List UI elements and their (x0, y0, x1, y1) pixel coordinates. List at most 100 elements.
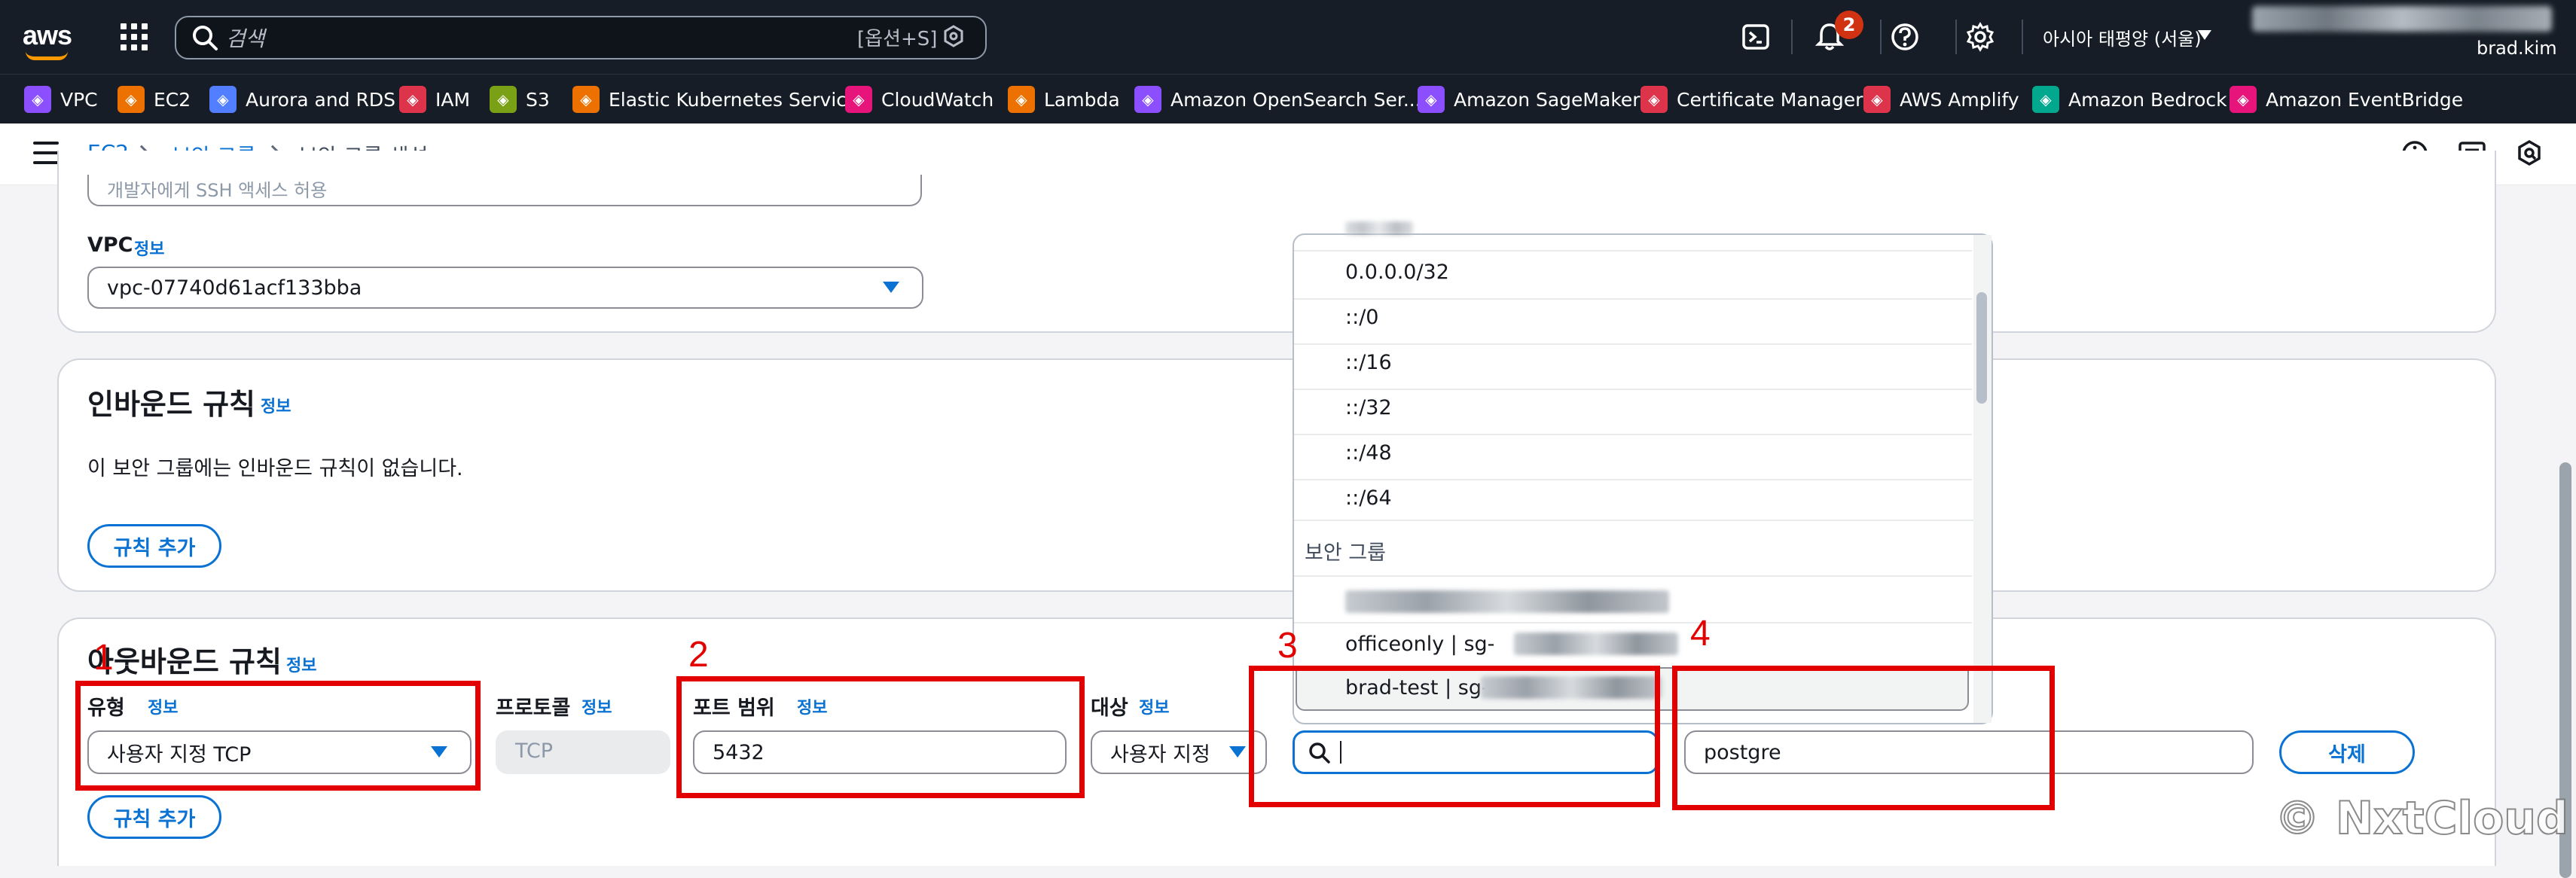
vpc-select[interactable]: vpc-07740d61acf133bba (87, 267, 923, 309)
amplify-icon: ◈ (1863, 86, 1891, 113)
protocol-info-link[interactable]: 정보 (581, 694, 612, 718)
favorite-label: Aurora and RDS (246, 88, 395, 111)
outbound-info-link[interactable]: 정보 (286, 652, 316, 676)
search-shortcut: [옵션+S] (857, 28, 938, 50)
option-divider (1294, 343, 1972, 345)
iam-icon: ◈ (399, 86, 426, 113)
favorite-label: Lambda (1044, 88, 1120, 111)
dropdown-option[interactable]: ::/64 (1345, 486, 1392, 510)
account-info-redacted (2252, 6, 2552, 32)
favorite-opensearch[interactable]: ◈ Amazon OpenSearch Ser... (1134, 84, 1421, 114)
inbound-add-rule-button[interactable]: 규칙 추가 (87, 524, 221, 568)
watermark: © NxtCloud (2274, 791, 2569, 846)
amazon-q-icon (944, 25, 963, 47)
ec2-icon: ◈ (118, 86, 145, 113)
region-caret-icon (2198, 30, 2211, 40)
eventbridge-icon: ◈ (2230, 86, 2257, 113)
favorite-eventbridge[interactable]: ◈ Amazon EventBridge (2230, 84, 2463, 114)
outbound-add-rule-button[interactable]: 규칙 추가 (87, 795, 221, 839)
description-input[interactable]: 개발자에게 SSH 액세스 허용 (87, 175, 922, 206)
search-placeholder: 검색 (226, 26, 265, 51)
favorite-rds[interactable]: ◈ Aurora and RDS (209, 84, 395, 114)
inbound-rules-title: 인바운드 규칙 (87, 388, 255, 421)
help-icon[interactable] (1889, 21, 1921, 53)
inbound-info-link[interactable]: 정보 (261, 393, 291, 417)
nav-divider (1791, 20, 1793, 54)
favorite-ec2[interactable]: ◈ EC2 (118, 84, 191, 114)
annotation-number-3: 3 (1277, 626, 1298, 666)
side-nav-menu-icon[interactable] (33, 142, 59, 164)
destination-type-value: 사용자 지정 (1110, 742, 1210, 767)
amazon-q-assistant-icon[interactable] (2514, 139, 2544, 169)
aws-logo-smile (26, 51, 68, 60)
favorite-label: Amazon OpenSearch Ser... (1170, 88, 1421, 111)
favorite-lambda[interactable]: ◈ Lambda (1008, 84, 1120, 114)
dropdown-option[interactable]: ::/48 (1345, 441, 1392, 465)
favorite-label: Certificate Manager (1677, 88, 1863, 111)
services-grid-icon[interactable] (121, 23, 148, 50)
vpc-info-link[interactable]: 정보 (134, 236, 164, 260)
favorite-label: AWS Amplify (1900, 88, 2019, 111)
bedrock-icon: ◈ (2032, 86, 2059, 113)
nav-divider (2022, 20, 2023, 54)
favorite-label: Amazon SageMaker (1454, 88, 1641, 111)
cloudshell-icon[interactable] (1740, 21, 1772, 53)
favorite-amplify[interactable]: ◈ AWS Amplify (1863, 84, 2019, 114)
dropdown-option-partial (1345, 221, 1413, 235)
annotation-box-1 (75, 681, 481, 791)
sagemaker-icon: ◈ (1418, 86, 1445, 113)
opensearch-icon: ◈ (1134, 86, 1161, 113)
favorite-label: EC2 (154, 88, 191, 111)
favorite-label: Amazon Bedrock (2068, 88, 2227, 111)
favorite-label: Elastic Kubernetes Service (609, 88, 859, 111)
annotation-box-2 (676, 676, 1085, 798)
favorite-bedrock[interactable]: ◈ Amazon Bedrock (2032, 84, 2227, 114)
nav-divider (1955, 20, 1957, 54)
favorite-cloudwatch[interactable]: ◈ CloudWatch (845, 84, 993, 114)
destination-info-link[interactable]: 정보 (1139, 694, 1169, 718)
outbound-rules-title: 아웃바운드 규칙 (87, 645, 282, 678)
vpc-select-value: vpc-07740d61acf133bba (107, 276, 362, 300)
favorite-acm[interactable]: ◈ Certificate Manager (1641, 84, 1863, 114)
protocol-field-disabled: TCP (496, 730, 670, 774)
sg-option-redacted[interactable] (1345, 590, 1669, 613)
dropdown-option[interactable]: 0.0.0.0/32 (1345, 261, 1449, 284)
vpc-caret-icon (883, 282, 899, 293)
annotation-number-4: 4 (1690, 614, 1711, 654)
dropdown-option[interactable]: ::/32 (1345, 396, 1392, 419)
favorite-sagemaker[interactable]: ◈ Amazon SageMaker (1418, 84, 1641, 114)
destination-label: 대상 (1091, 697, 1128, 720)
option-divider (1294, 622, 1972, 623)
favorite-label: VPC (60, 88, 98, 111)
annotation-box-3 (1249, 666, 1660, 807)
dropdown-scrollbar-thumb[interactable] (1976, 292, 1987, 404)
nav-divider (1880, 20, 1882, 54)
delete-rule-button[interactable]: 삭제 (2279, 730, 2415, 774)
cloudwatch-icon: ◈ (845, 86, 872, 113)
aws-logo[interactable]: aws (23, 20, 72, 51)
destination-caret-icon (1229, 746, 1246, 758)
favorite-s3[interactable]: ◈ S3 (490, 84, 550, 114)
annotation-number-1: 1 (93, 638, 114, 678)
option-divider (1294, 434, 1972, 435)
favorite-label: S3 (526, 88, 550, 111)
sg-id-redacted (1514, 633, 1678, 655)
option-divider (1294, 250, 1972, 252)
option-divider (1294, 298, 1972, 300)
lambda-icon: ◈ (1008, 86, 1035, 113)
annotation-box-4 (1672, 666, 2055, 810)
favorite-eks[interactable]: ◈ Elastic Kubernetes Service (572, 84, 858, 114)
annotation-number-2: 2 (688, 635, 709, 675)
favorite-iam[interactable]: ◈ IAM (399, 84, 470, 114)
option-divider (1294, 479, 1972, 480)
sg-option-officeonly[interactable]: officeonly | sg- (1345, 633, 1494, 656)
favorite-vpc[interactable]: ◈ VPC (24, 84, 98, 114)
settings-gear-icon[interactable] (1964, 21, 1996, 53)
dropdown-option[interactable]: ::/0 (1345, 306, 1378, 329)
account-username[interactable]: brad.kim (2477, 38, 2557, 59)
option-divider (1294, 389, 1972, 390)
option-divider (1294, 575, 1972, 577)
region-selector[interactable]: 아시아 태평양 (서울) (2043, 24, 2202, 50)
inbound-empty-text: 이 보안 그룹에는 인바운드 규칙이 없습니다. (87, 457, 463, 480)
dropdown-option[interactable]: ::/16 (1345, 351, 1392, 374)
